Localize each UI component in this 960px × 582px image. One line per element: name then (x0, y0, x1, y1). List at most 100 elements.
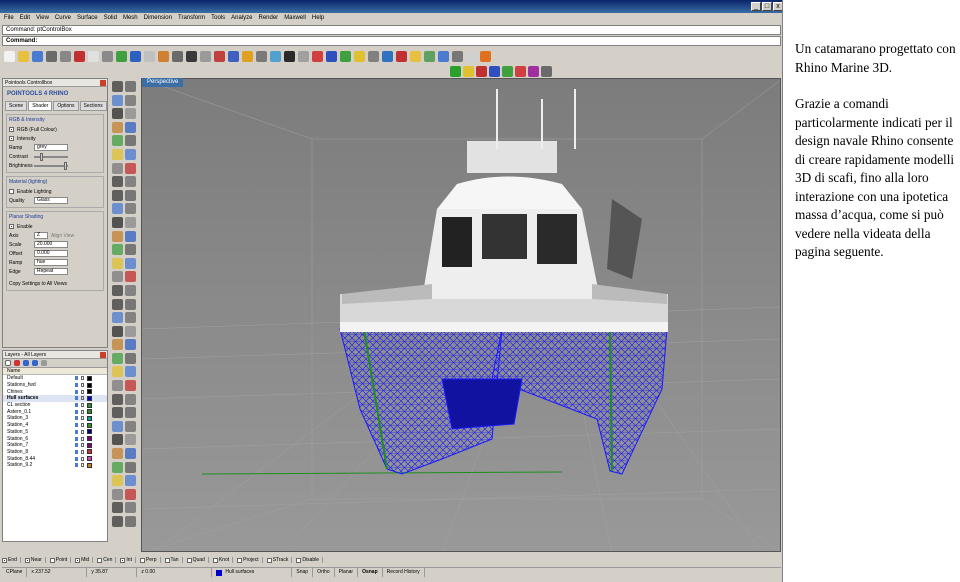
tool-button-icon[interactable] (112, 189, 123, 201)
toolbar-button-icon[interactable] (32, 50, 43, 62)
rgb-checkbox[interactable] (9, 127, 14, 132)
tool-button-icon[interactable] (112, 230, 123, 242)
offset-input[interactable]: 0.000 (34, 250, 68, 257)
close-icon[interactable]: x (773, 2, 782, 11)
render-button-icon[interactable] (541, 65, 552, 77)
menu-dimension[interactable]: Dimension (144, 13, 172, 24)
new-layer-icon[interactable] (5, 360, 11, 366)
snap-toggle[interactable]: Snap (292, 568, 314, 577)
osnap-option[interactable]: Project (237, 557, 263, 563)
toolbar-button-icon[interactable] (144, 50, 155, 62)
light-bulb-icon[interactable] (75, 456, 78, 461)
toolbar-button-icon[interactable] (242, 50, 253, 62)
move-down-icon[interactable] (32, 360, 38, 366)
tool-button-icon[interactable] (112, 339, 123, 351)
tool-button-icon[interactable] (125, 81, 136, 92)
ramp-select[interactable]: hue (34, 259, 68, 266)
ramp-select[interactable]: grey (34, 144, 68, 151)
minimize-icon[interactable]: _ (751, 2, 761, 11)
toolbar-button-icon[interactable] (186, 50, 197, 62)
layer-color-swatch[interactable] (87, 442, 92, 448)
render-button-icon[interactable] (476, 65, 487, 77)
tab-sections[interactable]: Sections (79, 101, 107, 111)
layer-color-swatch[interactable] (87, 402, 92, 408)
layer-color-swatch[interactable] (87, 415, 92, 421)
layer-color-swatch[interactable] (87, 422, 92, 428)
light-bulb-icon[interactable] (75, 376, 78, 381)
osnap-checkbox[interactable] (49, 557, 55, 563)
osnap-checkbox[interactable] (97, 557, 103, 563)
osnap-option[interactable]: Int (120, 557, 136, 563)
osnap-checkbox[interactable] (237, 557, 243, 563)
toolbar-button-icon[interactable] (256, 50, 267, 62)
tool-button-icon[interactable] (112, 81, 123, 92)
scale-input[interactable]: 20.000 (34, 241, 68, 248)
osnap-checkbox[interactable] (75, 557, 81, 563)
menu-mesh[interactable]: Mesh (123, 13, 138, 24)
ortho-toggle[interactable]: Ortho (313, 568, 335, 577)
toolbar-button-icon[interactable] (130, 50, 141, 62)
align-view-button[interactable]: Align View (51, 233, 74, 239)
render-button-icon[interactable] (489, 65, 500, 77)
render-button-icon[interactable] (463, 65, 474, 77)
layer-color-swatch[interactable] (87, 389, 92, 395)
tool-button-icon[interactable] (112, 475, 123, 487)
osnap-checkbox[interactable] (296, 557, 302, 563)
layer-row[interactable]: Station_7 (3, 442, 107, 449)
tool-button-icon[interactable] (112, 216, 123, 228)
tool-button-icon[interactable] (125, 434, 136, 446)
delete-layer-icon[interactable] (14, 360, 20, 366)
toolbar-button-icon[interactable] (284, 50, 295, 62)
lock-icon[interactable] (81, 456, 84, 461)
tool-button-icon[interactable] (125, 135, 136, 147)
tool-button-icon[interactable] (112, 203, 123, 215)
enable-checkbox[interactable] (9, 224, 14, 229)
tool-button-icon[interactable] (112, 176, 123, 188)
tool-button-icon[interactable] (112, 244, 123, 256)
tool-button-icon[interactable] (125, 244, 136, 256)
osnap-checkbox[interactable] (212, 557, 218, 563)
tab-scene[interactable]: Scene (5, 101, 28, 111)
tool-button-icon[interactable] (125, 230, 136, 242)
tool-button-icon[interactable] (125, 475, 136, 487)
render-button-icon[interactable] (502, 65, 513, 77)
tool-button-icon[interactable] (112, 434, 123, 446)
lock-icon[interactable] (81, 403, 84, 408)
tool-button-icon[interactable] (112, 271, 123, 283)
tool-button-icon[interactable] (125, 284, 136, 296)
toolbar-button-icon[interactable] (102, 50, 113, 62)
tool-button-icon[interactable] (125, 257, 136, 269)
axis-select[interactable]: Z (34, 232, 48, 239)
tool-button-icon[interactable] (112, 121, 123, 133)
menu-tools[interactable]: Tools (211, 13, 225, 24)
tool-button-icon[interactable] (125, 448, 136, 460)
toolbar-button-icon[interactable] (228, 50, 239, 62)
osnap-checkbox[interactable] (186, 557, 192, 563)
layer-color-swatch[interactable] (87, 449, 92, 455)
tab-shader[interactable]: Shader (28, 101, 53, 111)
toolbar-button-icon[interactable] (4, 50, 15, 62)
menu-maxwell[interactable]: Maxwell (284, 13, 306, 24)
light-bulb-icon[interactable] (75, 429, 78, 434)
tool-button-icon[interactable] (112, 420, 123, 432)
tool-button-icon[interactable] (125, 203, 136, 215)
layer-row[interactable]: Station_5 (3, 429, 107, 436)
toolbar-button-icon[interactable] (116, 50, 127, 62)
osnap-toggle[interactable]: Osnap (358, 568, 383, 577)
tool-button-icon[interactable] (112, 380, 123, 392)
layer-color-swatch[interactable] (87, 395, 92, 401)
move-up-icon[interactable] (23, 360, 29, 366)
toolbar-button-icon[interactable] (424, 50, 435, 62)
lock-icon[interactable] (81, 436, 84, 441)
tool-button-icon[interactable] (112, 108, 123, 120)
tool-button-icon[interactable] (125, 420, 136, 432)
light-bulb-icon[interactable] (75, 409, 78, 414)
osnap-checkbox[interactable] (2, 557, 7, 563)
lock-icon[interactable] (81, 443, 84, 448)
osnap-checkbox[interactable] (164, 557, 170, 563)
menu-render[interactable]: Render (259, 13, 279, 24)
tool-button-icon[interactable] (125, 366, 136, 378)
lock-icon[interactable] (81, 389, 84, 394)
toolbar-button-icon[interactable] (452, 50, 463, 62)
toolbar-button-icon[interactable] (480, 50, 491, 62)
